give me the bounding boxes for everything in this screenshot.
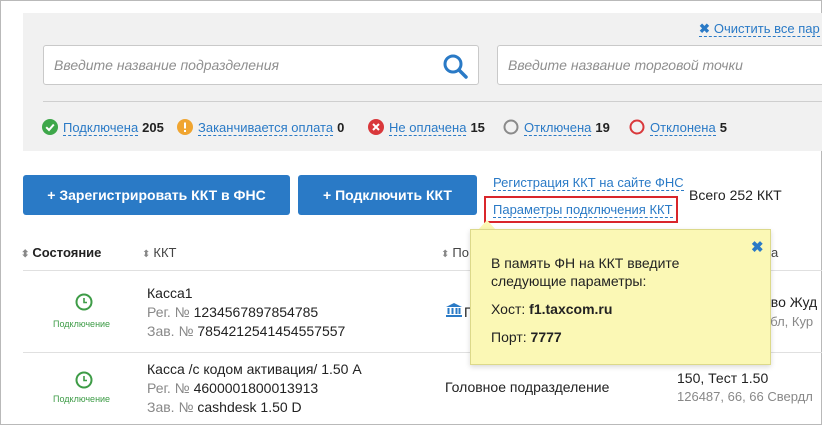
stat-not-paid-label: Не оплачена: [389, 120, 467, 136]
ring-icon: [629, 119, 645, 135]
address-main: 150, Тест 1.50: [677, 370, 769, 386]
stat-rejected[interactable]: Отклонена 5: [629, 119, 727, 136]
host-label: Хост:: [491, 301, 526, 317]
stat-disabled[interactable]: Отключена 19: [503, 119, 610, 136]
row-status: Подключение: [53, 394, 111, 404]
exclamation-circle-icon: [177, 119, 193, 135]
sort-icon: ⬍: [142, 249, 151, 260]
row-status: Подключение: [53, 319, 111, 329]
column-header-address[interactable]: а: [771, 245, 778, 260]
bank-icon: [446, 303, 462, 317]
stat-rejected-count: 5: [719, 120, 727, 135]
address-sub: 126487, 66, 66 Свердл: [677, 389, 813, 404]
column-header-department-label: По: [452, 245, 469, 260]
department-search-input[interactable]: Введите название подразделения: [43, 45, 479, 85]
reg-value: 1234567897854785: [193, 304, 319, 320]
department-cell: Головное подразделение: [445, 379, 610, 395]
stat-connected-count: 205: [142, 120, 164, 135]
connection-params-link[interactable]: Параметры подключения ККТ: [493, 202, 673, 218]
total-count: Всего 252 ККТ: [689, 187, 782, 203]
stat-not-paid-count: 15: [470, 120, 485, 135]
search-icon[interactable]: [442, 53, 468, 79]
sort-icon: ⬍: [441, 249, 450, 260]
column-header-state-label: Состояние: [32, 245, 102, 260]
column-header-address-label: а: [771, 245, 779, 260]
column-header-department[interactable]: ⬍ По: [441, 245, 469, 260]
host-value: f1.taxcom.ru: [529, 301, 613, 317]
filter-divider: [43, 101, 822, 102]
connect-kkt-button[interactable]: + Подключить ККТ: [298, 175, 477, 215]
port-value: 7777: [530, 329, 562, 345]
kkt-reg-number: Рег. № 1234567897854785: [147, 304, 318, 320]
reg-label: Рег. №: [147, 304, 190, 320]
stat-not-paid[interactable]: Не оплачена 15: [368, 119, 485, 136]
popup-port: Порт: 7777: [491, 329, 562, 345]
stat-payment-ending[interactable]: Заканчивается оплата 0: [177, 119, 344, 136]
column-header-kkt-label: ККТ: [153, 245, 177, 260]
column-header-state[interactable]: ⬍ Состояние: [21, 245, 101, 260]
fns-registration-link[interactable]: Регистрация ККТ на сайте ФНС: [493, 175, 684, 191]
reg-value: 4600001800013913: [193, 380, 319, 396]
stat-rejected-label: Отклонена: [650, 120, 716, 136]
kkt-serial-number: Зав. № cashdesk 1.50 D: [147, 399, 302, 415]
serial-value: cashdesk 1.50 D: [197, 399, 302, 415]
check-circle-icon: [42, 119, 58, 135]
register-kkt-button[interactable]: + Зарегистрировать ККТ в ФНС: [23, 175, 290, 215]
ring-icon: [503, 119, 519, 135]
connection-params-popup: ✖ В память ФН на ККТ введите следующие п…: [470, 229, 771, 365]
x-circle-icon: [368, 119, 384, 135]
serial-value: 7854212541454557557: [197, 323, 346, 339]
stat-payment-ending-count: 0: [337, 120, 345, 135]
reg-label: Рег. №: [147, 380, 190, 396]
shop-search-input[interactable]: Введите название торговой точки: [497, 45, 822, 85]
sort-icon: ⬍: [21, 249, 30, 260]
clock-icon: [75, 293, 93, 311]
serial-label: Зав. №: [147, 323, 194, 339]
kkt-name[interactable]: Касса /с кодом активация/ 1.50 А: [147, 361, 362, 377]
stat-payment-ending-label: Заканчивается оплата: [198, 120, 334, 136]
popup-host: Хост: f1.taxcom.ru: [491, 301, 612, 317]
serial-label: Зав. №: [147, 399, 194, 415]
stat-disabled-label: Отключена: [524, 120, 592, 136]
clock-icon: [75, 371, 93, 389]
clear-all-label: Очистить все пар: [713, 21, 820, 36]
stat-connected-label: Подключена: [63, 120, 139, 136]
popup-intro: В память ФН на ККТ введите следующие пар…: [491, 255, 680, 289]
port-label: Порт:: [491, 329, 527, 345]
clear-all-filters-link[interactable]: ✖ Очистить все пар: [699, 21, 820, 37]
kkt-name[interactable]: Касса1: [147, 285, 193, 301]
close-icon: ✖: [699, 21, 710, 36]
column-header-kkt[interactable]: ⬍ ККТ: [142, 245, 176, 260]
close-icon[interactable]: ✖: [751, 240, 764, 255]
address-main: ово Жуд: [763, 294, 818, 310]
stat-disabled-count: 19: [595, 120, 610, 135]
stat-connected[interactable]: Подключена 205: [42, 119, 164, 136]
kkt-reg-number: Рег. № 4600001800013913: [147, 380, 318, 396]
kkt-serial-number: Зав. № 7854212541454557557: [147, 323, 345, 339]
